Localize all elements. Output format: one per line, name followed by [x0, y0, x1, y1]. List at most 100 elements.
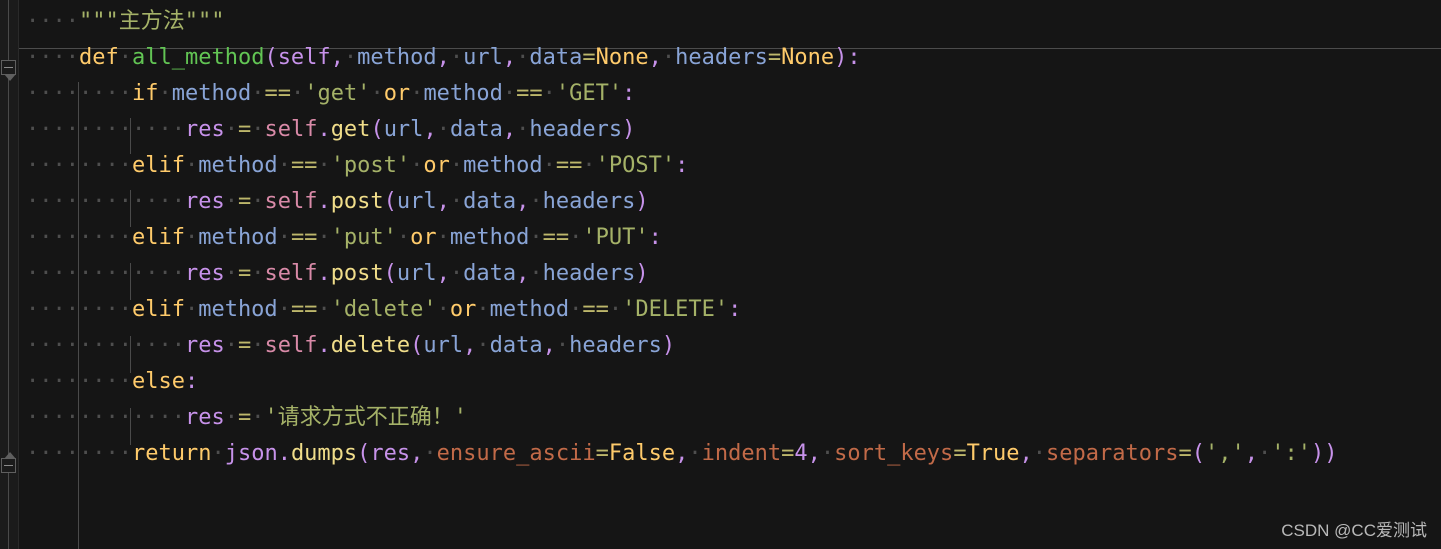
code-token: ( — [357, 441, 371, 466]
code-token: . — [317, 189, 331, 214]
code-token: url — [383, 117, 424, 142]
code-line[interactable]: ············res·=·self.get(url,·data,·he… — [19, 112, 1441, 148]
code-token: ) — [661, 333, 676, 358]
code-line[interactable]: ········elif·method·==·'post'·or·method·… — [19, 148, 1441, 184]
code-token: : — [675, 153, 689, 178]
code-token: · — [224, 405, 238, 430]
code-token: · — [436, 117, 450, 142]
code-token: method — [357, 45, 437, 70]
code-token: True — [966, 441, 1020, 466]
code-token: elif — [131, 297, 185, 322]
code-line[interactable]: ············res·=·'请求方式不正确！' — [19, 400, 1441, 436]
code-token: , — [516, 261, 530, 286]
whitespace-dots: ············ — [26, 405, 185, 430]
code-token: url — [423, 333, 464, 358]
code-token: · — [224, 117, 238, 142]
fold-marker-collapse-def[interactable] — [1, 60, 16, 81]
code-token: · — [608, 297, 623, 322]
code-token: == — [555, 153, 583, 178]
code-token: == — [290, 153, 318, 178]
code-token: 'delete' — [330, 297, 437, 322]
code-token: == — [264, 81, 291, 106]
whitespace-dots: ········ — [26, 441, 132, 466]
arrow-up-icon — [4, 452, 16, 459]
code-token: · — [688, 441, 702, 466]
code-token: == — [542, 225, 570, 250]
code-token: elif — [131, 225, 185, 250]
code-token: · — [449, 189, 464, 214]
code-token: · — [290, 81, 305, 106]
code-token: · — [555, 333, 570, 358]
code-line[interactable]: ············res·=·self.post(url,·data,·h… — [19, 184, 1441, 220]
code-token: , — [502, 117, 517, 142]
code-token: 'post' — [330, 153, 411, 178]
whitespace-dots: ············ — [26, 261, 185, 286]
code-line[interactable]: ········elif·method·==·'put'·or·method·=… — [19, 220, 1441, 256]
code-token: · — [184, 297, 199, 322]
code-token: · — [277, 297, 291, 322]
code-token: method — [198, 225, 278, 250]
code-token: post — [330, 189, 384, 214]
watermark-label: CSDN @CC爱测试 — [1281, 521, 1427, 540]
code-token: 'POST' — [595, 153, 676, 178]
code-token: · — [661, 45, 676, 70]
code-token: · — [396, 225, 411, 250]
arrow-down-icon — [4, 74, 16, 81]
code-token: headers — [542, 261, 636, 286]
code-token: · — [410, 81, 424, 106]
code-line[interactable]: ········if·method·==·'get'·or·method·==·… — [19, 76, 1441, 112]
code-token: · — [224, 189, 238, 214]
code-token: = — [1178, 441, 1192, 466]
code-token: · — [476, 297, 490, 322]
code-token: headers — [569, 333, 662, 358]
code-token: method — [423, 81, 503, 106]
code-token: == — [516, 81, 543, 106]
code-token: , — [410, 441, 424, 466]
code-token: headers — [529, 117, 623, 142]
code-line[interactable]: ····def·all_method(self,·method,·url,·da… — [19, 40, 1441, 76]
code-line[interactable]: ········elif·method·==·'delete'·or·metho… — [19, 292, 1441, 328]
code-token: ) — [622, 117, 636, 142]
code-token: data — [449, 117, 503, 142]
code-token: == — [290, 225, 318, 250]
code-token: res — [184, 405, 225, 430]
code-token: · — [569, 225, 583, 250]
code-token: url — [396, 261, 437, 286]
code-token: · — [158, 81, 172, 106]
code-token: ':' — [1271, 441, 1311, 466]
code-line[interactable]: ········return·json.dumps(res,·ensure_as… — [19, 436, 1441, 472]
code-token: = — [595, 441, 609, 466]
code-editor[interactable]: ····"""主方法""" ····def·all_method(self,·me… — [0, 0, 1441, 549]
code-token: separators — [1046, 441, 1179, 466]
code-token: all_method — [131, 45, 265, 70]
code-token: return — [131, 441, 212, 466]
code-token: = — [237, 189, 252, 214]
code-token: · — [542, 153, 556, 178]
code-token: method — [449, 225, 530, 250]
code-token: , — [1019, 441, 1033, 466]
code-token: · — [582, 153, 596, 178]
code-token: self — [264, 333, 318, 358]
code-token: '请求方式不正确！' — [264, 405, 467, 430]
code-line[interactable]: ····"""主方法""" — [19, 4, 1441, 40]
code-token: else — [131, 369, 185, 394]
code-token: : — [184, 369, 199, 394]
code-token: ( — [383, 189, 397, 214]
code-token: · — [370, 81, 384, 106]
code-token: = — [237, 405, 252, 430]
code-token: · — [251, 261, 265, 286]
code-token: 'get' — [304, 81, 371, 106]
code-token: = — [582, 45, 596, 70]
code-token: ',' — [1205, 441, 1245, 466]
code-line[interactable]: ············res·=·self.delete(url,·data,… — [19, 328, 1441, 364]
code-token: json — [224, 441, 278, 466]
editor-gutter[interactable] — [0, 0, 19, 549]
fold-marker-collapse-return[interactable] — [1, 452, 16, 473]
code-token: None — [781, 45, 835, 70]
code-content[interactable]: ····"""主方法""" ····def·all_method(self,·me… — [19, 0, 1441, 549]
code-line[interactable]: ········else: — [19, 364, 1441, 400]
code-token: 4 — [794, 441, 808, 466]
code-line[interactable]: ············res·=·self.post(url,·data,·h… — [19, 256, 1441, 292]
code-token: · — [251, 333, 265, 358]
code-token: 'put' — [330, 225, 397, 250]
